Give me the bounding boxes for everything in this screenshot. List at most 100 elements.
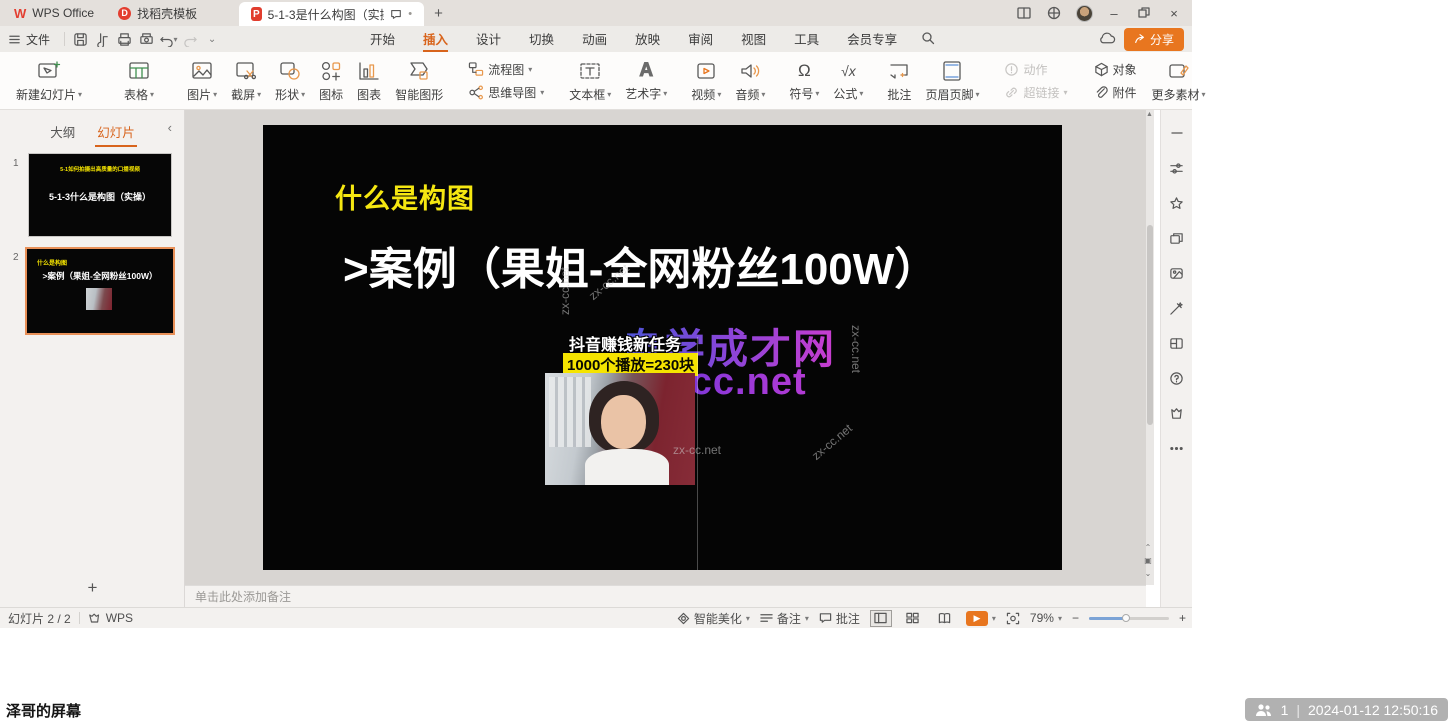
attachment-button[interactable]: 附件 (1094, 84, 1137, 101)
wordart-button[interactable]: A 艺术字▾ (618, 60, 674, 102)
prev-slide-icon[interactable]: ⌃ (1145, 543, 1152, 552)
print-preview-button[interactable] (135, 29, 157, 49)
slide1-thumbnail[interactable]: 5-1如何拍摄出高质量的口播视频 5-1-3什么是构图（实操） (28, 153, 172, 237)
slide-title-text[interactable]: >案例（果姐-全网粉丝100W） (343, 233, 938, 297)
wps-assistant-icon[interactable] (1168, 404, 1186, 422)
favorites-star-icon[interactable] (1168, 194, 1186, 212)
scroll-up-icon[interactable]: ▲ (1146, 111, 1153, 118)
slide-editing-area[interactable]: 什么是构图 >案例（果姐-全网粉丝100W） zx-cc.net zx-cc.n… (185, 110, 1146, 585)
cloud-sync-icon[interactable] (1099, 31, 1116, 48)
wps-feedback-button[interactable]: WPS (88, 611, 133, 625)
table-button[interactable]: 表格▾ (108, 59, 170, 103)
tab-insert[interactable]: 插入 (413, 25, 458, 53)
icons-button[interactable]: 图标 (312, 59, 350, 103)
play-slideshow-button[interactable]: ▶▾ (966, 611, 996, 626)
case-photo[interactable] (545, 373, 695, 485)
tab-outline[interactable]: 大纲 (50, 122, 75, 141)
zoom-level-button[interactable]: 79%▾ (1030, 611, 1062, 625)
globe-settings-icon[interactable] (1040, 2, 1068, 24)
smart-beautify-button[interactable]: 智能美化▾ (677, 610, 750, 627)
quickbar-dropdown-icon[interactable]: ⌄ (201, 29, 223, 49)
fit-window-button[interactable] (1006, 612, 1020, 625)
flowchart-button[interactable]: 流程图▾ (468, 61, 544, 78)
layout-panel-icon[interactable] (1168, 334, 1186, 352)
reading-view-button[interactable] (934, 610, 956, 627)
audio-button[interactable]: 音频▾ (728, 59, 772, 103)
normal-view-button[interactable] (870, 610, 892, 627)
tab-tools[interactable]: 工具 (784, 25, 829, 53)
beautify-wand-icon[interactable] (1168, 299, 1186, 317)
doc-comment-icon[interactable] (390, 8, 402, 20)
comments-toggle-button[interactable]: 批注 (819, 610, 860, 627)
new-slide-button[interactable]: 新建幻灯片▾ (0, 59, 98, 103)
notes-toggle-button[interactable]: 备注▾ (760, 610, 809, 627)
scrollbar-thumb[interactable] (1147, 225, 1153, 425)
video-button[interactable]: 视频▾ (684, 59, 728, 103)
help-icon[interactable] (1168, 369, 1186, 387)
more-assets-button[interactable]: 更多素材▾ (1145, 59, 1213, 103)
zoom-slider[interactable] (1089, 617, 1169, 620)
tab-animation[interactable]: 动画 (572, 25, 617, 53)
search-icon[interactable] (921, 31, 935, 48)
tab-slideshow[interactable]: 放映 (625, 25, 670, 53)
avatar[interactable] (1070, 2, 1098, 24)
tab-transition[interactable]: 切换 (519, 25, 564, 53)
split-view-icon[interactable] (1010, 2, 1038, 24)
picture-button[interactable]: 图片▾ (180, 59, 224, 103)
tab-review[interactable]: 审阅 (678, 25, 723, 53)
more-tools-icon[interactable] (1168, 439, 1186, 457)
beautify-icon (677, 612, 690, 625)
mindmap-button[interactable]: 思维导图▾ (468, 84, 544, 101)
slide-header-text[interactable]: 什么是构图 (335, 177, 475, 216)
ribbon-toolbar: 新建幻灯片▾ 表格▾ 图片▾ 截屏▾ 形状▾ 图标 图表 (0, 52, 1192, 110)
shapes-button[interactable]: 形状▾ (268, 59, 312, 103)
tab-wps-home[interactable]: W WPS Office (2, 0, 106, 26)
tab-slides[interactable]: 幻灯片 (97, 122, 135, 141)
layout-mini-icon[interactable]: ▣ (1144, 556, 1152, 565)
chart-button[interactable]: 图表 (350, 59, 388, 103)
design-assets-icon[interactable] (1168, 264, 1186, 282)
save-button[interactable] (69, 29, 91, 49)
tab-document[interactable]: P 5-1-3是什么构图（实操）.ppt • (239, 2, 424, 26)
formula-button[interactable]: √x 公式▾ (826, 60, 870, 102)
object-button[interactable]: 对象 (1094, 61, 1137, 78)
file-menu-button[interactable]: 文件 (0, 31, 60, 48)
tab-view[interactable]: 视图 (731, 25, 776, 53)
screenshot-button[interactable]: 截屏▾ (224, 59, 268, 103)
collapse-panel-icon[interactable]: ‹ (168, 120, 172, 135)
settings-sliders-icon[interactable] (1168, 159, 1186, 177)
share-button[interactable]: 分享 (1124, 28, 1184, 51)
print-button[interactable] (113, 29, 135, 49)
collapse-ribbon-icon[interactable] (1168, 124, 1186, 142)
add-slide-button[interactable]: + (0, 578, 185, 598)
close-button[interactable]: × (1160, 2, 1188, 24)
slide-sorter-view-button[interactable] (902, 610, 924, 627)
tab-docer[interactable]: D 找稻壳模板 (106, 0, 209, 26)
textbox-button[interactable]: 文本框▾ (562, 59, 618, 103)
notes-bar[interactable]: 单击此处添加备注 (185, 585, 1146, 607)
redo-button[interactable] (179, 29, 201, 49)
tab-home[interactable]: 开始 (360, 25, 405, 53)
zoom-slider-handle[interactable] (1122, 614, 1130, 622)
slide-canvas[interactable]: 什么是构图 >案例（果姐-全网粉丝100W） zx-cc.net zx-cc.n… (263, 125, 1062, 570)
slide2-thumbnail[interactable]: 什么是构图 >案例（果姐-全网粉丝100W） (25, 247, 175, 335)
zoom-level-value: 79% (1030, 611, 1054, 625)
export-pdf-button[interactable] (91, 29, 113, 49)
copy-pages-icon[interactable] (1168, 229, 1186, 247)
new-tab-button[interactable]: + (424, 0, 453, 26)
restore-button[interactable] (1130, 2, 1158, 24)
zoom-out-button[interactable]: − (1072, 611, 1079, 625)
comment-button[interactable]: 批注 (880, 59, 918, 103)
tab-member[interactable]: 会员专享 (837, 25, 907, 53)
tab-design[interactable]: 设计 (466, 25, 511, 53)
slide-panel-tabs: 大纲 幻灯片 (0, 118, 185, 144)
minimize-button[interactable]: – (1100, 2, 1128, 24)
zoom-in-button[interactable]: + (1179, 611, 1186, 625)
undo-button[interactable]: ▾ (157, 29, 179, 49)
symbol-button[interactable]: Ω 符号▾ (782, 60, 826, 102)
header-footer-button[interactable]: 页眉页脚▾ (918, 59, 986, 103)
next-slide-icon[interactable]: ⌄ (1145, 569, 1152, 578)
smartart-button[interactable]: 智能图形 (388, 59, 450, 103)
more-assets-icon (1167, 59, 1191, 83)
audio-label: 音频 (735, 86, 759, 103)
